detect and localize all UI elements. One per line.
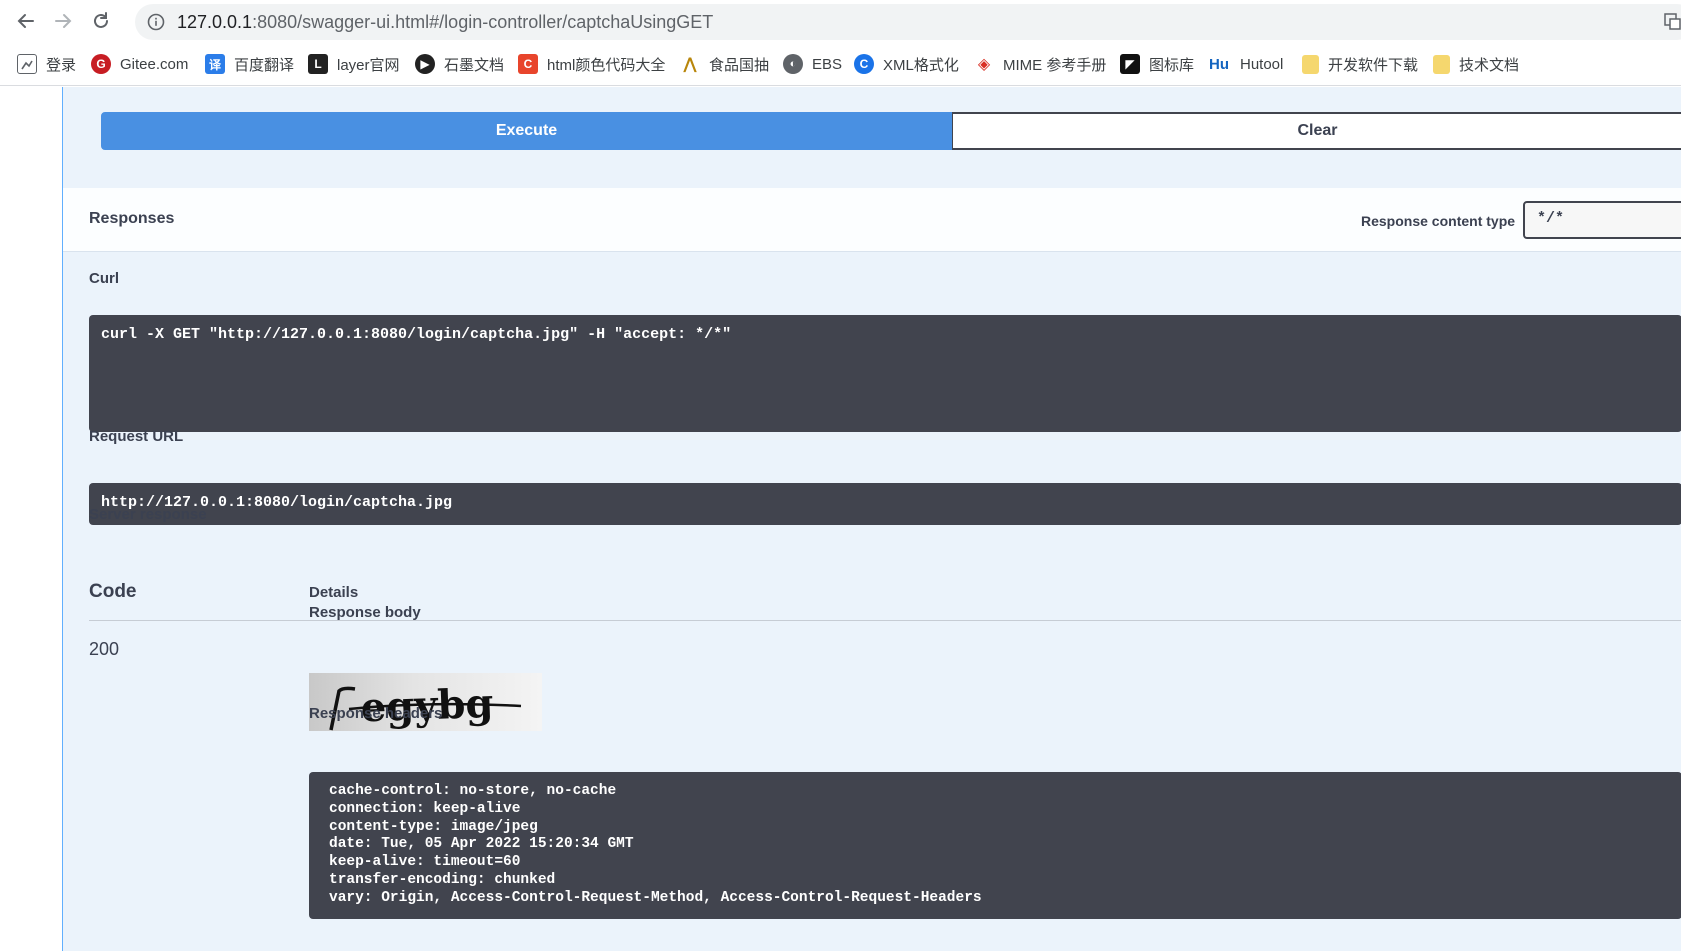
hutool-icon: Hu [1209,55,1229,73]
response-body-label: Response body [309,604,421,621]
bookmark-label: XML格式化 [883,56,959,74]
bookmark-label: 食品国抽 [709,56,770,74]
response-status-code: 200 [89,639,120,659]
bookmark-html-color[interactable]: C html颜色代码大全 [518,53,665,75]
forward-arrow-icon [55,14,72,28]
bookmark-folder-dev-software[interactable]: 开发软件下载 [1302,53,1418,75]
folder-icon [1302,54,1319,74]
captcha-graphic: egybg [329,680,522,731]
browser-toolbar: 127.0.0.1:8080/swagger-ui.html#/login-co… [0,0,1681,42]
bookmark-label: 开发软件下载 [1328,56,1419,74]
bookmark-label: 百度翻译 [234,56,295,74]
layer-icon: L [308,54,328,74]
back-button[interactable] [13,8,39,34]
bookmark-login[interactable]: 登录 [17,53,76,75]
bookmark-label: 技术文档 [1459,56,1520,74]
response-content-type-select[interactable]: */* [1523,201,1681,239]
back-arrow-icon [17,14,34,28]
swagger-page: Execute Clear Responses Response content… [0,87,1681,951]
bookmark-hutool[interactable]: Hu Hutool [1207,53,1283,75]
responses-header: Responses Response content type */* [63,188,1681,252]
bookmark-baidu-translate[interactable]: 译 百度翻译 [205,53,294,75]
reload-button[interactable] [88,8,114,34]
responses-title: Responses [89,210,175,227]
bookmark-folder-tech-docs[interactable]: 技术文档 [1433,53,1519,75]
execute-wrapper: Execute Clear [101,112,1681,150]
gitee-icon: G [91,54,111,74]
bookmark-xml[interactable]: C XML格式化 [854,53,959,75]
bookmark-ebs[interactable]: ◐ EBS [783,53,842,75]
bookmark-label: Hutool [1240,55,1284,73]
url-text[interactable]: 127.0.0.1:8080/swagger-ui.html#/login-co… [177,12,713,33]
bookmark-layer[interactable]: L layer官网 [308,53,400,75]
bookmark-label: 登录 [46,56,77,74]
iconfont-icon: ◤ [1120,54,1140,74]
food-icon: ⋀ [683,56,697,73]
url-host: 127.0.0.1 [177,12,253,32]
bookmark-mime[interactable]: ◈ MIME 参考手册 [974,53,1107,75]
captcha-image: egybg [309,673,542,731]
response-headers-label: Response headers [309,705,443,722]
bookmarks-bar: 登录 G Gitee.com 译 百度翻译 L layer官网 ▶ 石墨文档 C… [0,42,1681,86]
html-color-icon: C [518,54,538,74]
bookmark-label: html颜色代码大全 [547,56,666,74]
bookmark-label: 图标库 [1149,56,1195,74]
bookmark-food[interactable]: ⋀ 食品国抽 [680,53,769,75]
baidu-translate-icon: 译 [205,54,225,74]
request-url-label: Request URL [89,428,184,445]
bookmark-label: Gitee.com [120,55,189,73]
response-content-type-label: Response content type [1361,213,1516,229]
bookmark-label: layer官网 [337,56,400,74]
operation-block: Execute Clear Responses Response content… [62,87,1681,951]
server-response-label: Server response [89,506,207,523]
curl-label: Curl [89,270,119,287]
bookmark-iconfont[interactable]: ◤ 图标库 [1120,53,1194,75]
site-info-icon[interactable] [147,13,165,31]
bookmark-gitee[interactable]: G Gitee.com [91,53,188,75]
xml-icon: C [854,54,874,74]
response-headers-value[interactable]: cache-control: no-store, no-cache connec… [309,772,1681,919]
address-bar[interactable]: 127.0.0.1:8080/swagger-ui.html#/login-co… [135,4,1681,40]
bookmark-label: 石墨文档 [444,56,505,74]
details-column-header: Details [309,584,359,601]
url-path: :8080/swagger-ui.html#/login-controller/… [252,12,714,32]
mime-icon: ◈ [977,56,991,73]
reload-icon [94,12,108,28]
bookmark-label: MIME 参考手册 [1003,56,1107,74]
curl-command[interactable]: curl -X GET "http://127.0.0.1:8080/login… [89,315,1681,432]
login-doc-icon [17,54,37,74]
folder-icon [1433,54,1450,74]
shimo-icon: ▶ [415,54,435,74]
forward-button[interactable] [50,8,76,34]
request-url-value[interactable]: http://127.0.0.1:8080/login/captcha.jpg [89,483,1681,525]
bookmark-shimo[interactable]: ▶ 石墨文档 [415,53,504,75]
code-column-header: Code [89,581,137,602]
bookmark-label: EBS [812,55,843,73]
translate-icon[interactable] [1664,13,1681,30]
execute-button[interactable]: Execute [101,112,952,150]
clear-button[interactable]: Clear [952,112,1681,150]
globe-icon: ◐ [783,54,803,74]
